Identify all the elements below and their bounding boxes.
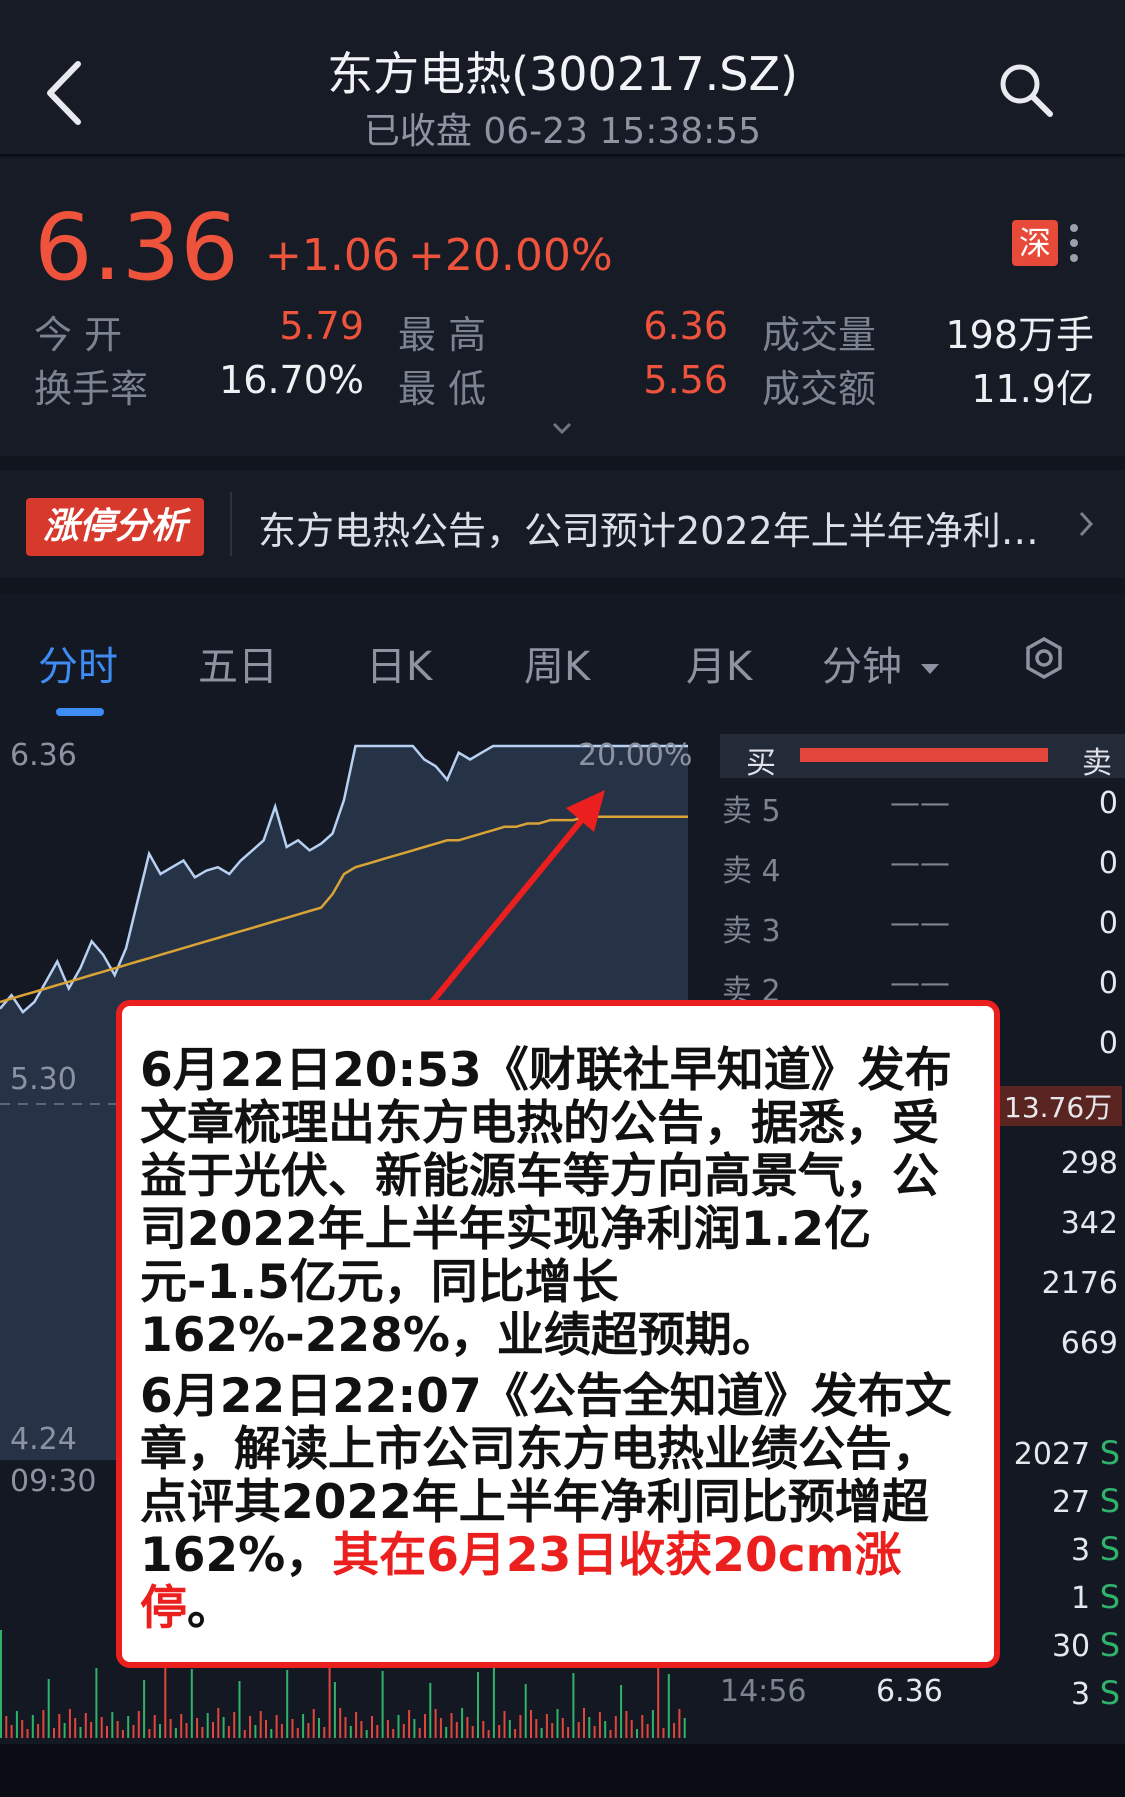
bottom-bar [0,1744,1125,1797]
note-paragraph-1: 6月22日20:53《财联社早知道》发布文章梳理出东方电热的公告，据悉，受益于光… [140,1043,952,1363]
note-paragraph-2-end: 。 [187,1581,234,1636]
annotation-note: 6月22日20:53《财联社早知道》发布文章梳理出东方电热的公告，据悉，受益于光… [116,1000,1000,1668]
note-paragraph-2: 6月22日22:07《公告全知道》发布文章，解读上市公司东方电热业绩公告，点评其… [140,1370,970,1635]
arrow-head [566,790,605,832]
